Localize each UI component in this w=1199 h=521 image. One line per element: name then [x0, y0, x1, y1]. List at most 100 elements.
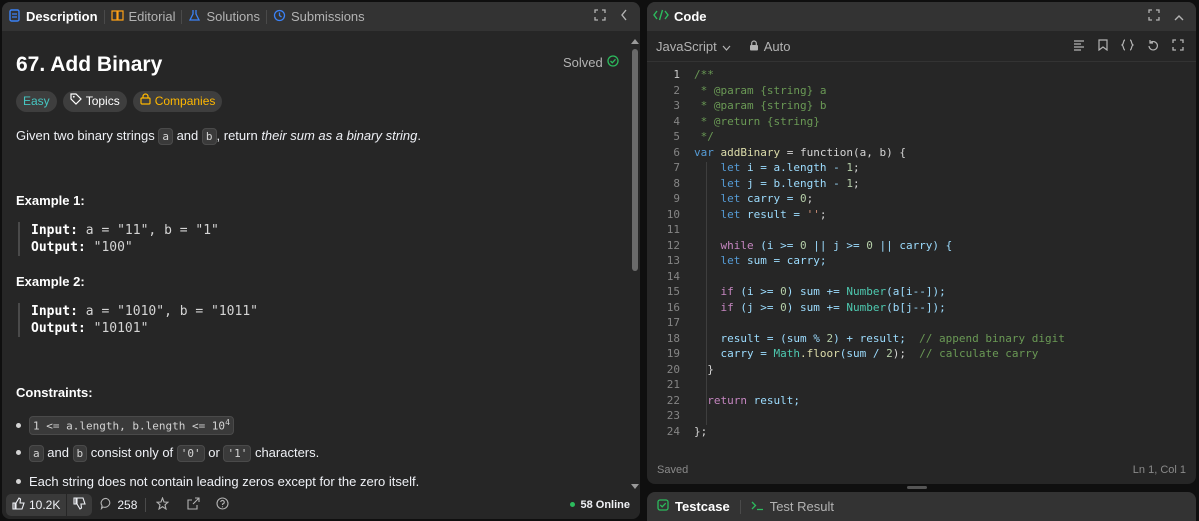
line-number: 16 [666, 300, 680, 314]
code-line: var addBinary = function(a, b) { [694, 145, 906, 159]
constraints-heading: Constraints: [16, 385, 93, 400]
line-number: 2 [673, 83, 680, 97]
code-line: * @param {string} b [694, 99, 827, 112]
solved-status: Solved [563, 55, 619, 70]
companies-tag[interactable]: Companies [132, 91, 223, 112]
lock-icon [749, 39, 759, 54]
line-number: 1 [673, 68, 680, 81]
code-line: let sum = carry; [694, 254, 827, 267]
bookmark-icon[interactable] [1098, 38, 1108, 54]
tab-testcase[interactable]: Testcase [647, 492, 740, 521]
topics-tag[interactable]: Topics [62, 91, 127, 112]
favorite-button[interactable] [146, 495, 179, 513]
tag-icon [70, 91, 82, 112]
line-number: 22 [666, 393, 680, 407]
line-number: 4 [673, 114, 680, 128]
tab-editorial[interactable]: Editorial [105, 2, 182, 31]
code-line: /** [694, 68, 714, 81]
line-number: 8 [673, 176, 680, 190]
terminal-icon [751, 499, 764, 514]
testcase-panel: Testcase Test Result [647, 492, 1196, 521]
cursor-position: Ln 1, Col 1 [1132, 464, 1186, 476]
bullet-dot [16, 479, 21, 484]
comments-button[interactable]: 258 [92, 497, 145, 513]
check-circle-icon [607, 55, 619, 70]
code-line: * @return {string} [694, 114, 820, 128]
line-number: 7 [673, 161, 680, 174]
description-panel: Description Editorial Solutions Submissi… [2, 2, 640, 519]
code-panel: Code JavaScript Auto 1 2 3 4 5 6 7 8 9 1… [647, 2, 1196, 484]
book-icon [110, 9, 124, 25]
constraint-item: Each string does not contain leading zer… [16, 474, 419, 489]
code-line: } [694, 362, 714, 376]
line-number: 3 [673, 99, 680, 112]
line-number: 20 [666, 362, 680, 376]
example-2-block: Input: a = "1010", b = "1011" Output: "1… [18, 303, 258, 337]
language-select[interactable]: JavaScript [647, 39, 731, 54]
maximize-icon[interactable] [1148, 8, 1160, 26]
line-number: 23 [666, 409, 680, 422]
panel-resize-handle[interactable] [907, 486, 927, 489]
line-number: 13 [666, 254, 680, 267]
help-button[interactable] [208, 496, 237, 513]
code-icon [653, 9, 669, 24]
problem-description: Given two binary strings a and b, return… [16, 128, 422, 145]
line-number: 12 [666, 238, 680, 252]
dislike-button[interactable] [67, 493, 93, 516]
code-line: }; [694, 424, 708, 438]
checkbox-icon [657, 499, 669, 514]
history-icon [273, 9, 286, 25]
editor-status-bar: Saved Ln 1, Col 1 [647, 460, 1196, 480]
code-line: let result = ''; [694, 207, 827, 221]
collapse-icon[interactable] [620, 8, 628, 26]
like-button[interactable]: 10.2K [6, 493, 67, 516]
maximize-icon[interactable] [594, 8, 606, 26]
format-icon[interactable] [1073, 39, 1085, 54]
online-count: 58 Online [570, 499, 640, 511]
code-line: while (i >= 0 || j >= 0 || carry) { [694, 238, 953, 252]
scrollbar-thumb[interactable] [632, 49, 638, 271]
code-line: return result; [694, 393, 800, 407]
code-editor[interactable]: 1 2 3 4 5 6 7 8 9 10 11 12 13 14 15 16 1… [647, 62, 1196, 452]
description-footer: 10.2K 258 58 Online [2, 490, 640, 519]
auto-mode-toggle[interactable]: Auto [749, 39, 790, 54]
tab-description[interactable]: Description [2, 2, 104, 31]
description-icon [8, 8, 21, 25]
lock-icon [140, 91, 151, 112]
code-line: result = (sum % 2) + result; // append b… [694, 331, 1065, 345]
line-number: 18 [666, 331, 680, 345]
bullet-dot [16, 450, 21, 455]
line-number: 5 [673, 130, 680, 143]
thumbs-up-icon [12, 496, 25, 513]
constraint-item: a and b consist only of '0' or '1' chara… [16, 445, 319, 462]
line-number: 21 [666, 378, 680, 391]
example-1-heading: Example 1: [16, 193, 85, 208]
code-tab-bar: Code [647, 2, 1196, 31]
line-number: 6 [673, 145, 680, 159]
editor-toolbar: JavaScript Auto [647, 31, 1196, 62]
tab-solutions[interactable]: Solutions [182, 2, 265, 31]
example-2-heading: Example 2: [16, 274, 85, 289]
tab-code[interactable]: Code [647, 2, 713, 31]
fullscreen-icon[interactable] [1172, 38, 1184, 54]
share-icon [187, 496, 200, 513]
line-number: 14 [666, 269, 680, 283]
braces-icon[interactable] [1120, 38, 1135, 54]
tab-submissions[interactable]: Submissions [267, 2, 371, 31]
question-icon [216, 496, 229, 513]
minimize-icon[interactable] [1174, 8, 1184, 26]
save-status: Saved [657, 464, 689, 476]
scroll-up-arrow[interactable] [631, 39, 639, 44]
scroll-down-arrow[interactable] [631, 484, 639, 489]
tab-test-result[interactable]: Test Result [741, 492, 844, 521]
tag-row: Easy Topics Companies [16, 91, 223, 112]
difficulty-tag[interactable]: Easy [16, 91, 57, 112]
online-dot [570, 502, 576, 507]
code-line: let i = a.length - 1; [694, 161, 860, 174]
line-number: 10 [666, 207, 680, 221]
constraint-item: 1 <= a.length, b.length <= 104 [16, 416, 234, 435]
reset-icon[interactable] [1147, 39, 1159, 54]
share-button[interactable] [179, 496, 208, 513]
chevron-down-icon [722, 39, 731, 54]
example-1-block: Input: a = "11", b = "1" Output: "100" [18, 222, 219, 256]
